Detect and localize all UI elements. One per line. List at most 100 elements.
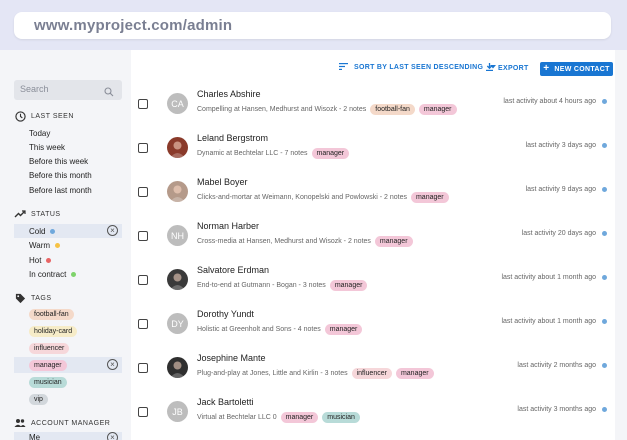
filter-tag-musician[interactable]: musician xyxy=(14,374,122,390)
contact-tag: manager xyxy=(329,279,368,291)
avatar: NH xyxy=(167,225,188,246)
status-dot xyxy=(46,257,52,263)
contact-name[interactable]: Josephine Mante xyxy=(197,353,266,363)
contact-tag: manager xyxy=(410,191,449,203)
contact-subtitle: Clicks-and-mortar at Weimann, Konopelski… xyxy=(197,191,449,203)
contact-tag: manager xyxy=(280,411,319,423)
contact-subtitle: Plug-and-play at Jones, Little and Kirli… xyxy=(197,367,434,379)
status-dot xyxy=(602,407,607,412)
filter-status-cold[interactable]: Cold × xyxy=(14,224,122,238)
contact-company-notes: Dynamic at Bechtelar LLC - 7 notes xyxy=(197,149,308,157)
remove-filter-icon[interactable]: × xyxy=(107,432,118,440)
contact-row[interactable]: DY Dorothy Yundt Holistic at Greenholt and… xyxy=(131,303,615,347)
last-activity: last activity 2 months ago xyxy=(517,362,607,369)
status-dot xyxy=(602,187,607,192)
filter-sidebar: Search LAST SEEN Today This week Before … xyxy=(0,50,130,440)
sort-icon xyxy=(339,63,348,72)
search-input[interactable]: Search xyxy=(14,80,122,100)
tag-icon xyxy=(14,292,26,304)
contact-row[interactable]: Salvatore Erdman End-to-end at Gutmann - … xyxy=(131,259,615,303)
avatar-initials: DY xyxy=(171,318,184,329)
filter-status-hot[interactable]: Hot xyxy=(14,253,122,267)
contact-subtitle: End-to-end at Gutmann - Bogan - 3 notes m… xyxy=(197,279,368,291)
filter-before-last-month[interactable]: Before last month xyxy=(14,183,122,197)
last-activity: last activity 9 days ago xyxy=(526,186,607,193)
contact-row[interactable]: Mabel Boyer Clicks-and-mortar at Weimann,… xyxy=(131,171,615,215)
contact-name[interactable]: Salvatore Erdman xyxy=(197,265,269,275)
address-bar[interactable]: www.myproject.com/admin xyxy=(14,12,611,39)
contact-name[interactable]: Leland Bergstrom xyxy=(197,133,268,143)
remove-filter-icon[interactable]: × xyxy=(107,225,118,236)
app-window: Search LAST SEEN Today This week Before … xyxy=(0,50,627,440)
contact-tag: football-fan xyxy=(370,103,415,115)
avatar xyxy=(167,357,188,378)
last-activity-text: last activity about 1 month ago xyxy=(501,274,596,281)
url-text: www.myproject.com/admin xyxy=(34,17,233,34)
row-checkbox[interactable] xyxy=(138,275,148,285)
filter-before-this-week[interactable]: Before this week xyxy=(14,154,122,168)
last-seen-title: LAST SEEN xyxy=(14,110,74,122)
tags-title: TAGS xyxy=(14,292,52,304)
row-checkbox[interactable] xyxy=(138,143,148,153)
contact-name[interactable]: Charles Abshire xyxy=(197,89,261,99)
last-activity: last activity 3 days ago xyxy=(526,142,607,149)
contact-company-notes: End-to-end at Gutmann - Bogan - 3 notes xyxy=(197,281,326,289)
last-activity: last activity about 4 hours ago xyxy=(503,98,607,105)
contact-tag: musician xyxy=(322,411,360,423)
filter-this-week[interactable]: This week xyxy=(14,140,122,154)
list-toolbar: SORT BY LAST SEEN DESCENDING EXPORT + NE… xyxy=(131,60,615,78)
new-contact-button[interactable]: + NEW CONTACT xyxy=(540,62,613,76)
status-dot xyxy=(602,99,607,104)
plus-icon: + xyxy=(543,63,550,74)
contact-tag: influencer xyxy=(351,367,392,379)
row-checkbox[interactable] xyxy=(138,99,148,109)
row-checkbox[interactable] xyxy=(138,187,148,197)
filter-status-in-contract[interactable]: In contract xyxy=(14,267,122,281)
filter-today[interactable]: Today xyxy=(14,126,122,140)
filter-before-this-month[interactable]: Before this month xyxy=(14,168,122,182)
row-checkbox[interactable] xyxy=(138,319,148,329)
contact-name[interactable]: Norman Harber xyxy=(197,221,259,231)
status-dot xyxy=(602,231,607,236)
contact-name[interactable]: Jack Bartoletti xyxy=(197,397,254,407)
row-checkbox[interactable] xyxy=(138,407,148,417)
row-checkbox[interactable] xyxy=(138,363,148,373)
contact-row[interactable]: NH Norman Harber Cross-media at Hansen, Me… xyxy=(131,215,615,259)
remove-filter-icon[interactable]: × xyxy=(107,359,118,370)
contact-row[interactable]: Leland Bergstrom Dynamic at Bechtelar LLC… xyxy=(131,127,615,171)
contact-subtitle: Virtual at Bechtelar LLC 0 manager musicia… xyxy=(197,411,360,423)
account-manager-title: ACCOUNT MANAGER xyxy=(14,417,110,429)
export-button[interactable]: EXPORT xyxy=(486,63,529,73)
filter-tag-manager[interactable]: manager × xyxy=(14,357,122,373)
contact-tag: manager xyxy=(395,367,434,379)
contact-company-notes: Compelling at Hansen, Medhurst and Wisoz… xyxy=(197,105,367,113)
status-dot xyxy=(55,242,61,248)
status-dot xyxy=(50,228,56,234)
avatar-initials: NH xyxy=(171,230,184,241)
last-activity: last activity 20 days ago xyxy=(522,230,607,237)
filter-status-warm[interactable]: Warm xyxy=(14,238,122,252)
contact-row[interactable]: CA Charles Abshire Compelling at Hansen, M… xyxy=(131,83,615,127)
contact-name[interactable]: Dorothy Yundt xyxy=(197,309,254,319)
contact-subtitle: Compelling at Hansen, Medhurst and Wisoz… xyxy=(197,103,457,115)
contact-row[interactable]: JB Jack Bartoletti Virtual at Bechtelar LL… xyxy=(131,391,615,435)
status-dot xyxy=(602,143,607,148)
last-activity-text: last activity 2 months ago xyxy=(517,362,596,369)
avatar: JB xyxy=(167,401,188,422)
status-dot xyxy=(71,271,77,277)
contact-company-notes: Virtual at Bechtelar LLC 0 xyxy=(197,413,277,421)
avatar: DY xyxy=(167,313,188,334)
filter-tag-holiday-card[interactable]: holiday-card xyxy=(14,323,122,339)
filter-account-manager-me[interactable]: Me × xyxy=(14,432,122,440)
contact-name[interactable]: Mabel Boyer xyxy=(197,177,248,187)
avatar-initials: JB xyxy=(172,406,183,417)
contact-row[interactable]: Josephine Mante Plug-and-play at Jones, L… xyxy=(131,347,615,391)
contact-tag: manager xyxy=(374,235,413,247)
filter-tag-influencer[interactable]: influencer xyxy=(14,340,122,356)
filter-tag-football-fan[interactable]: football-fan xyxy=(14,306,122,322)
row-checkbox[interactable] xyxy=(138,231,148,241)
avatar xyxy=(167,181,188,202)
contact-company-notes: Holistic at Greenholt and Sons - 4 notes xyxy=(197,325,321,333)
sort-button[interactable]: SORT BY LAST SEEN DESCENDING xyxy=(339,63,497,72)
filter-tag-vip[interactable]: vip xyxy=(14,391,122,407)
